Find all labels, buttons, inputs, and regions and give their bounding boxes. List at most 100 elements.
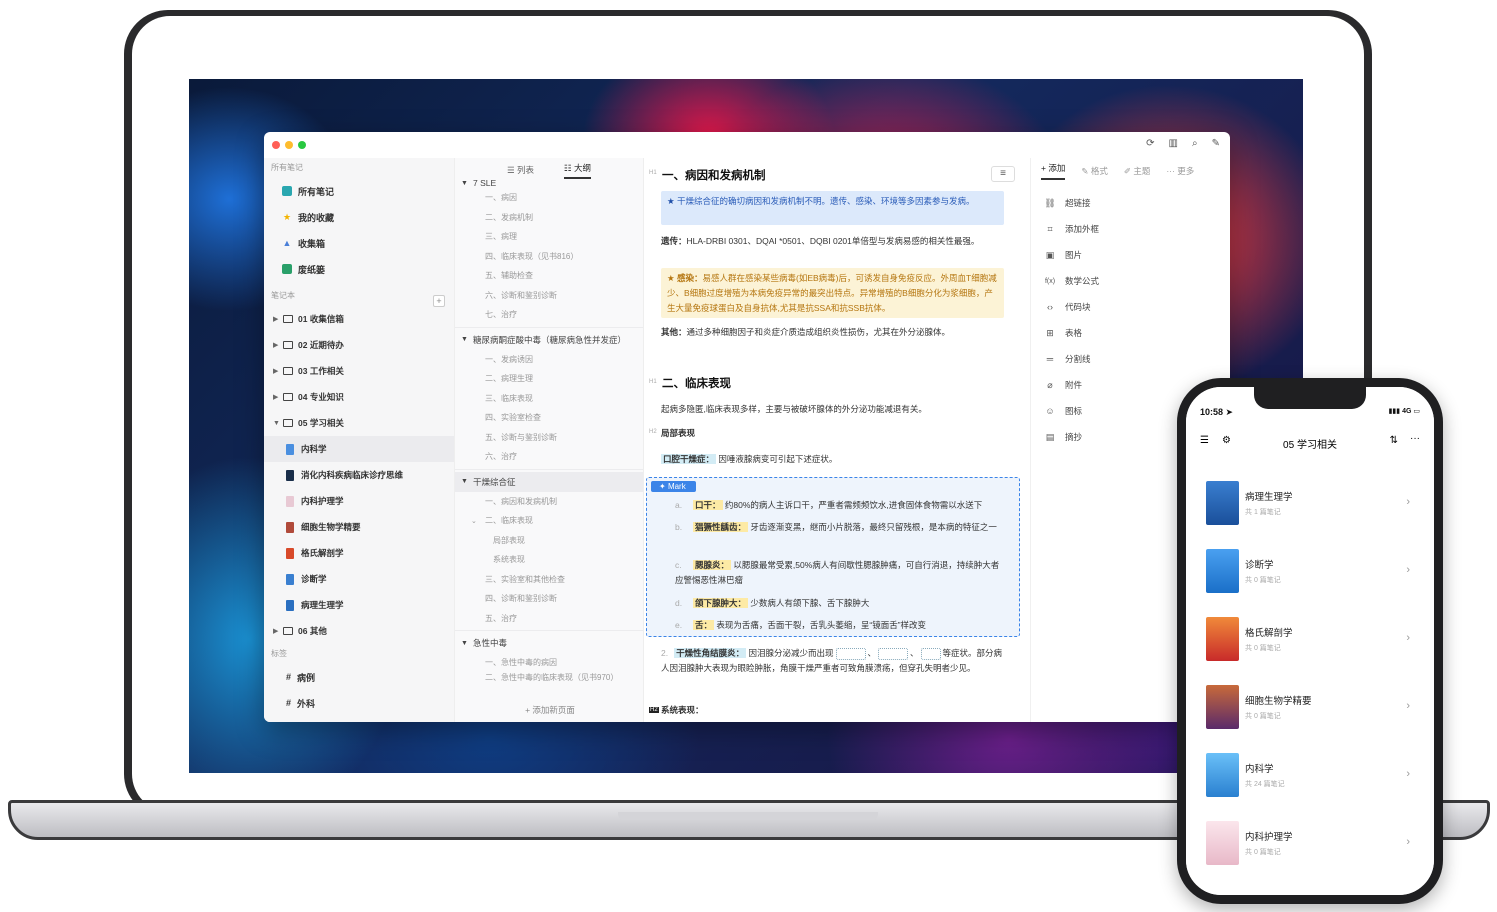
outline-group-label: 急性中毒 <box>473 638 508 648</box>
cloze-blank[interactable] <box>920 647 941 660</box>
outline-item[interactable]: 三、实验室和其他检查 <box>455 570 643 590</box>
folder-01[interactable]: ▶ 01 收集信箱 <box>264 306 454 332</box>
tool-hyperlink[interactable]: ⛓ 超链接 <box>1031 190 1230 216</box>
list-text: 约80%的病人主诉口干，严重者需频频饮水,进食固体食物需以水送下 <box>724 500 983 510</box>
outline-item[interactable]: 四、临床表现（见书816） <box>455 247 643 267</box>
separator-text: 、 <box>867 648 877 658</box>
outline-item[interactable]: 六、诊断和鉴别诊断 <box>455 286 643 306</box>
folder-06[interactable]: ▶ 06 其他 <box>264 618 454 644</box>
tab-format[interactable]: ✎ 格式 <box>1081 165 1108 177</box>
outline-item[interactable]: 五、治疗 <box>455 609 643 629</box>
tab-more[interactable]: ··· 更多 <box>1166 165 1194 177</box>
mark-badge[interactable]: ✦ Mark <box>651 481 696 492</box>
close-window-button[interactable] <box>272 141 280 149</box>
add-page-button[interactable]: + 添加新页面 <box>455 704 645 716</box>
notebook-item[interactable]: 诊断学 <box>264 566 454 592</box>
outline-subitem[interactable]: 局部表现 <box>455 531 643 551</box>
tab-list[interactable]: ☰ 列表 <box>507 164 534 176</box>
chevron-down-icon: ▼ <box>461 478 468 485</box>
emoji-icon: ☺ <box>1045 406 1055 416</box>
paragraph-text: HLA-DRBI 0301、DQAI *0501、DQBI 0201单倍型与发病… <box>686 236 980 246</box>
sidebar-item-all-notes[interactable]: 所有笔记 <box>264 178 454 204</box>
tool-image[interactable]: ▣ 图片 <box>1031 242 1230 268</box>
outline-item[interactable]: ⌄ 二、临床表现 <box>455 511 643 531</box>
note-editor[interactable]: H1 一、病因和发病机制 ≡ ★ 干燥综合征的确切病因和发病机制不明。遗传、感染… <box>644 158 1030 722</box>
outline-item[interactable]: 四、诊断和鉴别诊断 <box>455 589 643 609</box>
add-notebook-button[interactable]: + <box>433 295 445 307</box>
sidebar-item-inbox[interactable]: ▲ 收集箱 <box>264 230 454 256</box>
outline-item[interactable]: 三、病理 <box>455 227 643 247</box>
outline-group[interactable]: ▼ 7 SLE <box>455 178 643 188</box>
app-window: ⟳ ▥ ⌕ ✎ 所有笔记 所有笔记 ★ 我的收藏 ▲ 收集箱 废纸篓 笔记本 + ▶… <box>264 132 1230 722</box>
outline-item[interactable]: 三、临床表现 <box>455 389 643 409</box>
outline-item[interactable]: 一、急性中毒的病因 <box>455 653 643 673</box>
outline-group-active[interactable]: ▼ 干燥综合征 <box>455 471 643 492</box>
outline-item[interactable]: 七、治疗 <box>455 305 643 325</box>
book-count: 共 24 篇笔记 <box>1245 781 1285 788</box>
outline-item[interactable]: 一、病因 <box>455 188 643 208</box>
sync-icon[interactable]: ⟳ <box>1146 138 1154 149</box>
notebook-item[interactable]: 内科学 <box>264 436 454 462</box>
menu-button[interactable]: ≡ <box>991 166 1015 182</box>
mark-frame[interactable]: ✦ Mark a. 口干： 约80%的病人主诉口干，严重者需频频饮水,进食固体食物… <box>646 477 1020 637</box>
maximize-window-button[interactable] <box>298 141 306 149</box>
cloze-blank[interactable] <box>878 647 909 660</box>
chevron-down-icon: ▼ <box>461 639 468 647</box>
pin-icon[interactable]: ✎ <box>1212 138 1220 149</box>
list-item[interactable]: 诊断学共 0 篇笔记 › <box>1186 537 1434 605</box>
phone-screen: 10:58 ➤ ▮▮▮ 4G ▭ ☰ ⚙ 05 学习相关 ⇅ ··· 病理生理学… <box>1186 387 1434 895</box>
tool-divider[interactable]: ═ 分割线 <box>1031 346 1230 372</box>
tab-add[interactable]: + 添加 <box>1041 162 1066 180</box>
tool-label: 添加外框 <box>1065 224 1100 234</box>
tool-code[interactable]: ‹› 代码块 <box>1031 294 1230 320</box>
outline-item[interactable]: 一、病因和发病机制 <box>455 492 643 512</box>
tab-outline[interactable]: ☷ 大纲 <box>564 162 591 179</box>
minimize-window-button[interactable] <box>285 141 293 149</box>
folder-03[interactable]: ▶ 03 工作相关 <box>264 358 454 384</box>
outline-item[interactable]: 二、急性中毒的临床表现（见书970） <box>455 673 643 683</box>
list-item[interactable]: 内科护理学共 0 篇笔记 › <box>1186 809 1434 877</box>
link-icon: ⛓ <box>1044 197 1056 208</box>
list-item[interactable]: 细胞生物学精要共 0 篇笔记 › <box>1186 673 1434 741</box>
folder-02[interactable]: ▶ 02 近期待办 <box>264 332 454 358</box>
list-item[interactable]: 病理生理学共 1 篇笔记 › <box>1186 469 1434 537</box>
folder-icon <box>283 315 293 323</box>
outline-item[interactable]: 一、发病诱因 <box>455 350 643 370</box>
tool-table[interactable]: ⊞ 表格 <box>1031 320 1230 346</box>
tool-frame[interactable]: ⌗ 添加外框 <box>1031 216 1230 242</box>
cloze-blank[interactable] <box>835 647 866 660</box>
sidebar-item-trash[interactable]: 废纸篓 <box>264 256 454 282</box>
notebook-item[interactable]: 格氏解剖学 <box>264 540 454 566</box>
outline-item[interactable]: 四、实验室检查 <box>455 408 643 428</box>
list-item[interactable]: 内科学共 24 篇笔记 › <box>1186 741 1434 809</box>
folder-icon <box>283 627 293 635</box>
book-cover-icon <box>1206 685 1239 729</box>
tab-theme[interactable]: ✐ 主题 <box>1124 165 1151 177</box>
tool-formula[interactable]: f(x) 数学公式 <box>1031 268 1230 294</box>
notebook-item[interactable]: 病理生理学 <box>264 592 454 618</box>
outline-group[interactable]: ▼ 急性中毒 <box>455 633 643 653</box>
outline-item[interactable]: 二、病理生理 <box>455 369 643 389</box>
more-icon[interactable]: ··· <box>1410 433 1420 444</box>
outline-subitem[interactable]: 系统表现 <box>455 550 643 570</box>
notebook-item[interactable]: 内科护理学 <box>264 488 454 514</box>
hash-icon: # <box>286 698 292 708</box>
list-index: e. <box>675 620 683 630</box>
outline-item[interactable]: 五、辅助检查 <box>455 266 643 286</box>
folder-05[interactable]: ▼ 05 学习相关 <box>264 410 454 436</box>
folder-04[interactable]: ▶ 04 专业知识 <box>264 384 454 410</box>
list-item[interactable]: 格氏解剖学共 0 篇笔记 › <box>1186 605 1434 673</box>
notebook-item[interactable]: 消化内科疾病临床诊疗思维 <box>264 462 454 488</box>
notebook-item[interactable]: 细胞生物学精要 <box>264 514 454 540</box>
layout-icon[interactable]: ▥ <box>1169 138 1178 149</box>
outline-item[interactable]: 六、治疗 <box>455 447 643 467</box>
divider <box>455 468 643 470</box>
sidebar-item-favorites[interactable]: ★ 我的收藏 <box>264 204 454 230</box>
tag-item[interactable]: # 外科 <box>264 690 454 716</box>
outline-group[interactable]: ▼ 糖尿病酮症酸中毒（糖尿病急性并发症） <box>455 330 643 350</box>
outline-item[interactable]: 二、发病机制 <box>455 208 643 228</box>
search-icon[interactable]: ⌕ <box>1192 138 1198 149</box>
sort-icon[interactable]: ⇅ <box>1390 435 1398 446</box>
tag-item[interactable]: # 病例 <box>264 664 454 690</box>
outline-item[interactable]: 五、诊断与鉴别诊断 <box>455 428 643 448</box>
